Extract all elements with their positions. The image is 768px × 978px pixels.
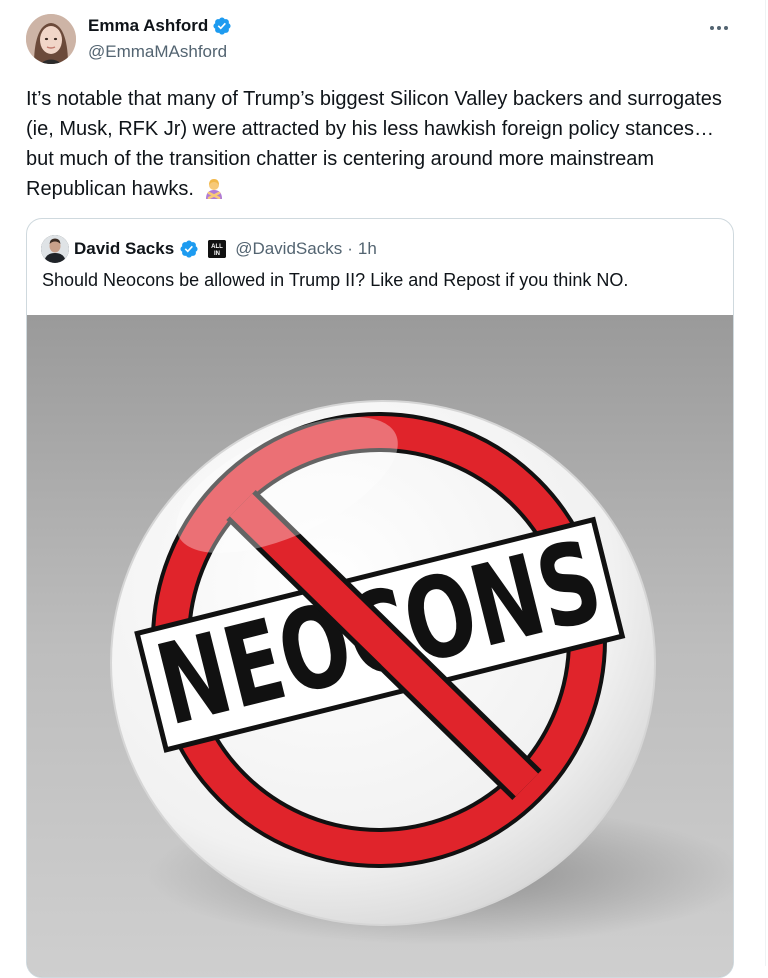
quoted-tweet-header: David Sacks ALL IN @DavidSacks · 1h xyxy=(41,235,377,263)
author-name[interactable]: Emma Ashford xyxy=(88,16,208,36)
quoted-author-avatar[interactable] xyxy=(41,235,69,263)
all-in-affiliate-badge-icon[interactable]: ALL IN xyxy=(208,240,227,258)
author-handle[interactable]: @EmmaMAshford xyxy=(88,42,227,62)
tweet-text-body: It’s notable that many of Trump’s bigges… xyxy=(26,88,722,200)
quoted-author-handle[interactable]: @DavidSacks xyxy=(235,239,342,259)
verified-badge-icon[interactable] xyxy=(212,16,232,36)
tweet: Emma Ashford @EmmaMAshford It’s notable … xyxy=(0,0,766,978)
person-gesturing-no-emoji-icon xyxy=(203,177,225,200)
quoted-tweet-text: Should Neocons be allowed in Trump II? L… xyxy=(42,270,629,290)
more-options-icon[interactable] xyxy=(705,14,733,42)
author-avatar[interactable] xyxy=(26,14,76,64)
tweet-text: It’s notable that many of Trump’s bigges… xyxy=(26,84,726,204)
svg-text:ALL: ALL xyxy=(211,244,223,250)
author-name-row: Emma Ashford xyxy=(88,16,232,36)
quoted-author-name[interactable]: David Sacks xyxy=(74,239,174,259)
svg-text:IN: IN xyxy=(214,251,220,257)
quoted-tweet[interactable]: David Sacks ALL IN @DavidSacks · 1h Shou… xyxy=(26,218,734,978)
quoted-tweet-time[interactable]: 1h xyxy=(358,239,377,259)
quoted-tweet-image[interactable]: NEOCONS xyxy=(27,315,733,977)
quoted-verified-badge-icon[interactable] xyxy=(179,239,199,259)
time-separator: · xyxy=(347,239,353,258)
